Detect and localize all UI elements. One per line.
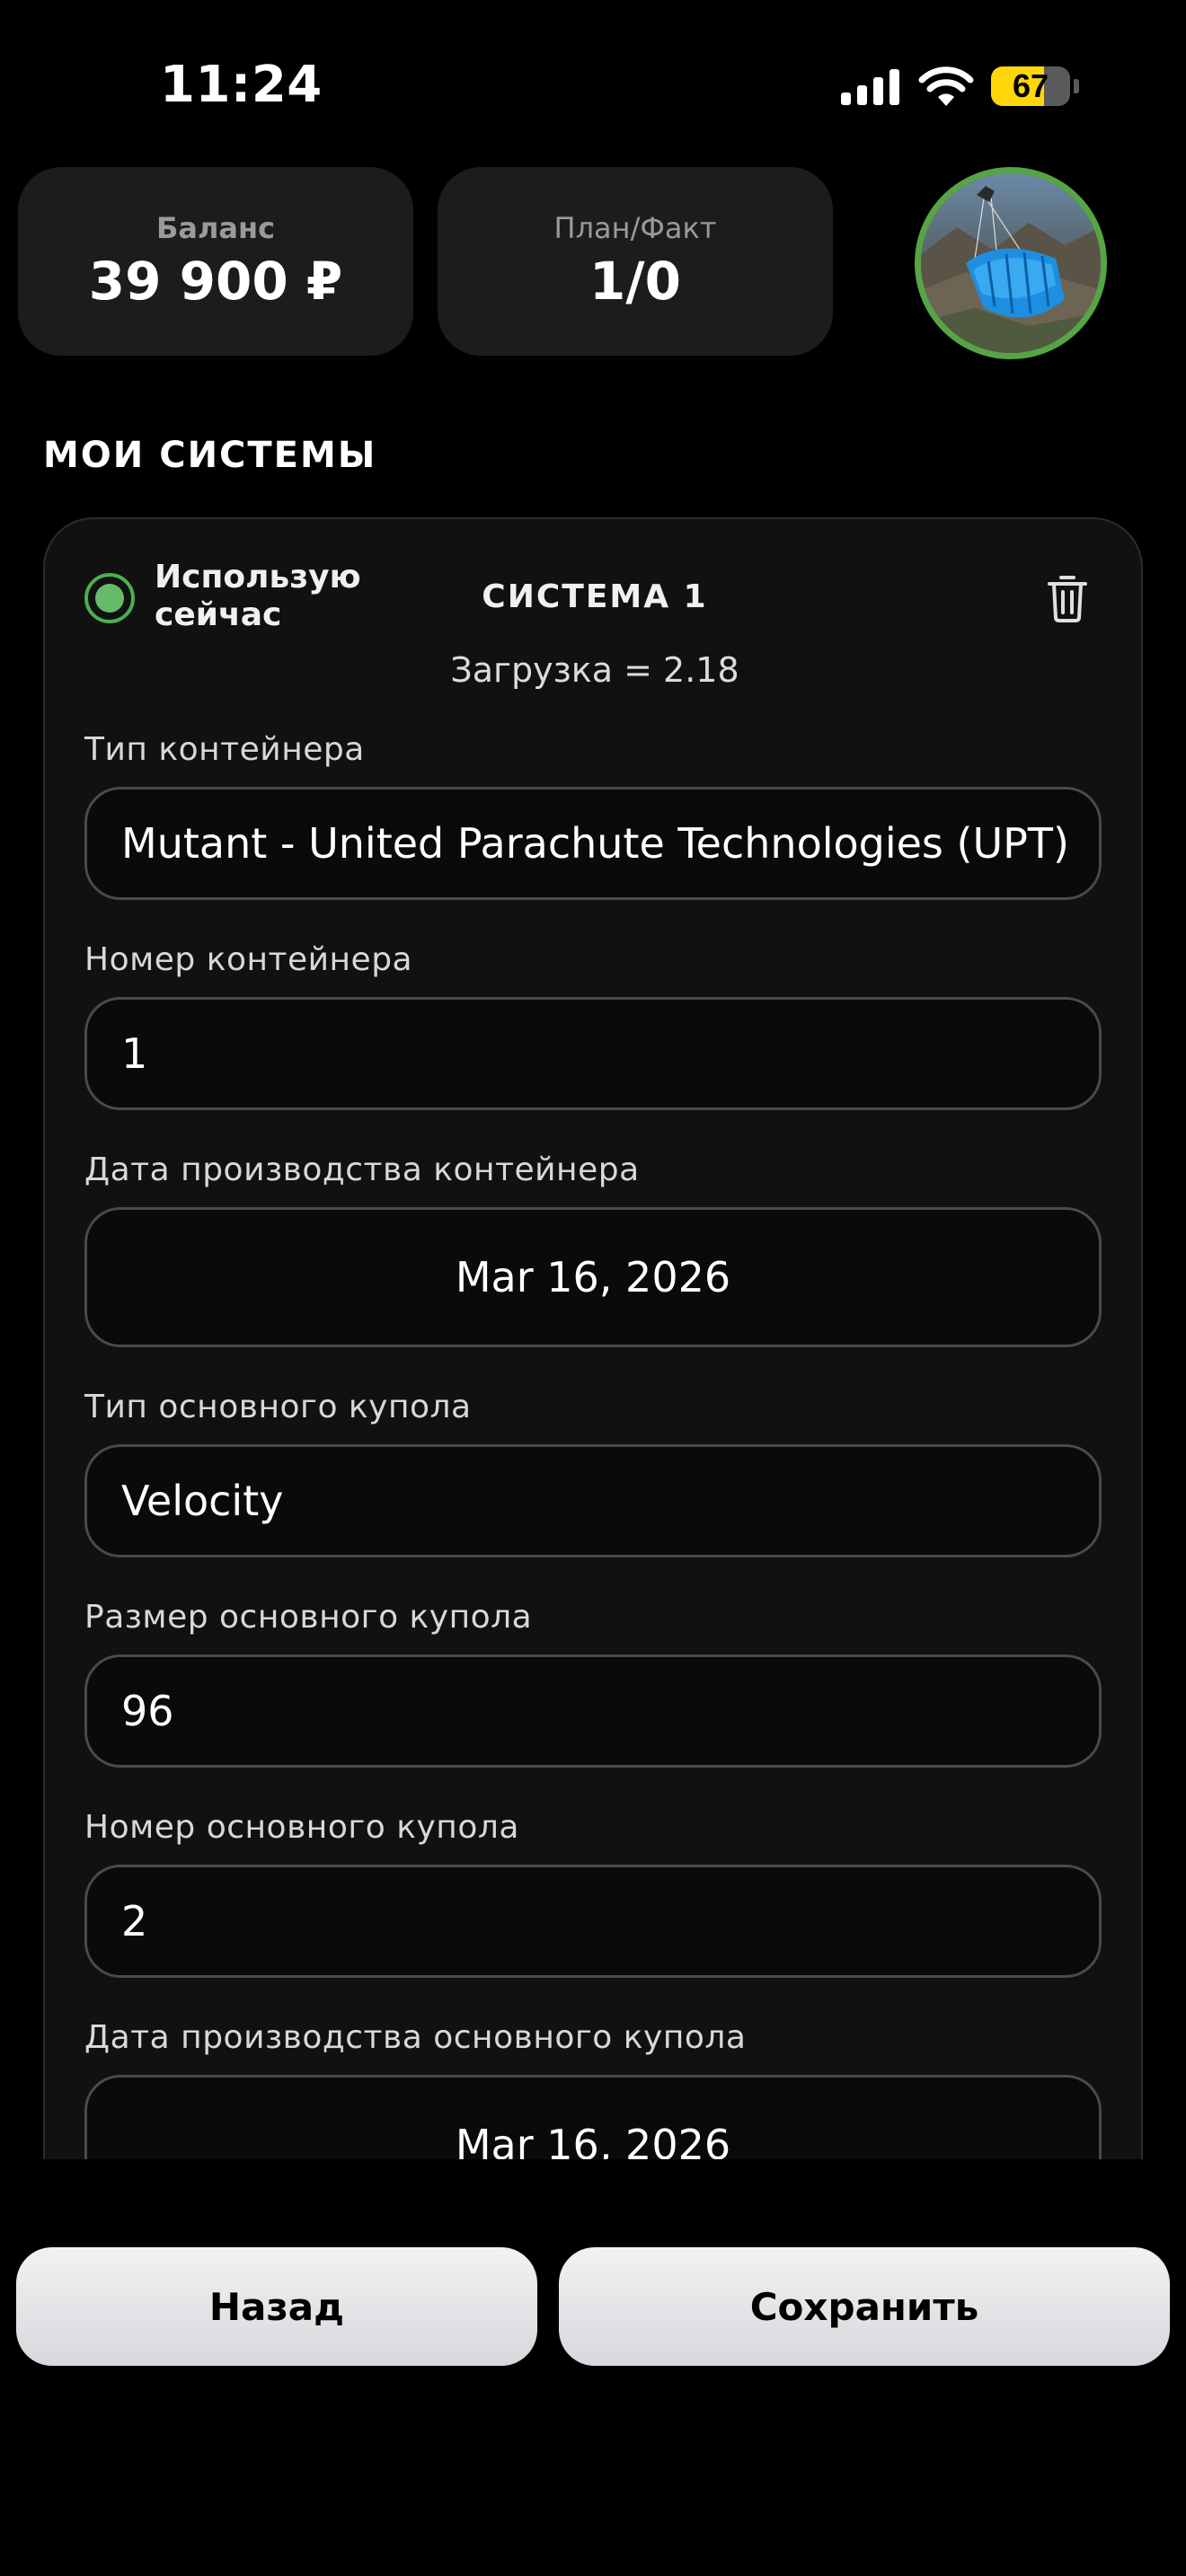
container-number-input[interactable]: 1 [84,997,1102,1110]
status-time: 11:24 [160,56,323,114]
main-type-input[interactable]: Velocity [84,1444,1102,1557]
main-date-label: Дата производства основного купола [84,2019,747,2056]
container-type-select[interactable]: Mutant - United Parachute Technologies (… [84,787,1102,900]
plan-fact-value: 1/0 [589,251,681,312]
load-value: Загрузка = 2.18 [450,650,739,690]
container-type-label: Тип контейнера [84,731,365,768]
container-date-picker[interactable]: Mar 16, 2026 [84,1207,1102,1347]
system-card: Использую сейчас СИСТЕМА 1 Загрузка = 2.… [43,517,1143,2159]
main-size-input[interactable]: 96 [84,1654,1102,1768]
balance-value: 39 900 ₽ [88,251,343,312]
main-date-picker[interactable]: Mar 16, 2026 [84,2075,1102,2159]
plan-fact-card[interactable]: План/Факт 1/0 [438,167,833,356]
status-icons: 67 [841,63,1079,110]
system-title: СИСТЕМА 1 [482,578,708,615]
plan-fact-label: План/Факт [553,211,717,245]
container-date-label: Дата производства контейнера [84,1151,640,1188]
container-number-label: Номер контейнера [84,941,413,978]
section-title: МОИ СИСТЕМЫ [43,435,377,476]
main-number-label: Номер основного купола [84,1809,519,1846]
battery-level: 67 [1012,67,1049,104]
status-bar: 11:24 67 [0,0,1186,171]
back-button[interactable]: Назад [16,2247,537,2366]
balance-label: Баланс [155,211,276,245]
signal-icon [841,67,899,105]
avatar[interactable] [915,167,1107,359]
battery-cap [1074,79,1079,93]
avatar-image [921,173,1101,353]
system-scroll-area[interactable]: Использую сейчас СИСТЕМА 1 Загрузка = 2.… [43,517,1143,2159]
save-button[interactable]: Сохранить [559,2247,1170,2366]
main-number-input[interactable]: 2 [84,1865,1102,1978]
main-size-label: Размер основного купола [84,1599,533,1636]
battery-icon: 67 [991,66,1070,106]
main-type-label: Тип основного купола [84,1389,472,1425]
trash-icon[interactable] [1046,573,1089,623]
wifi-icon [918,66,974,106]
balance-card[interactable]: Баланс 39 900 ₽ [18,167,413,356]
